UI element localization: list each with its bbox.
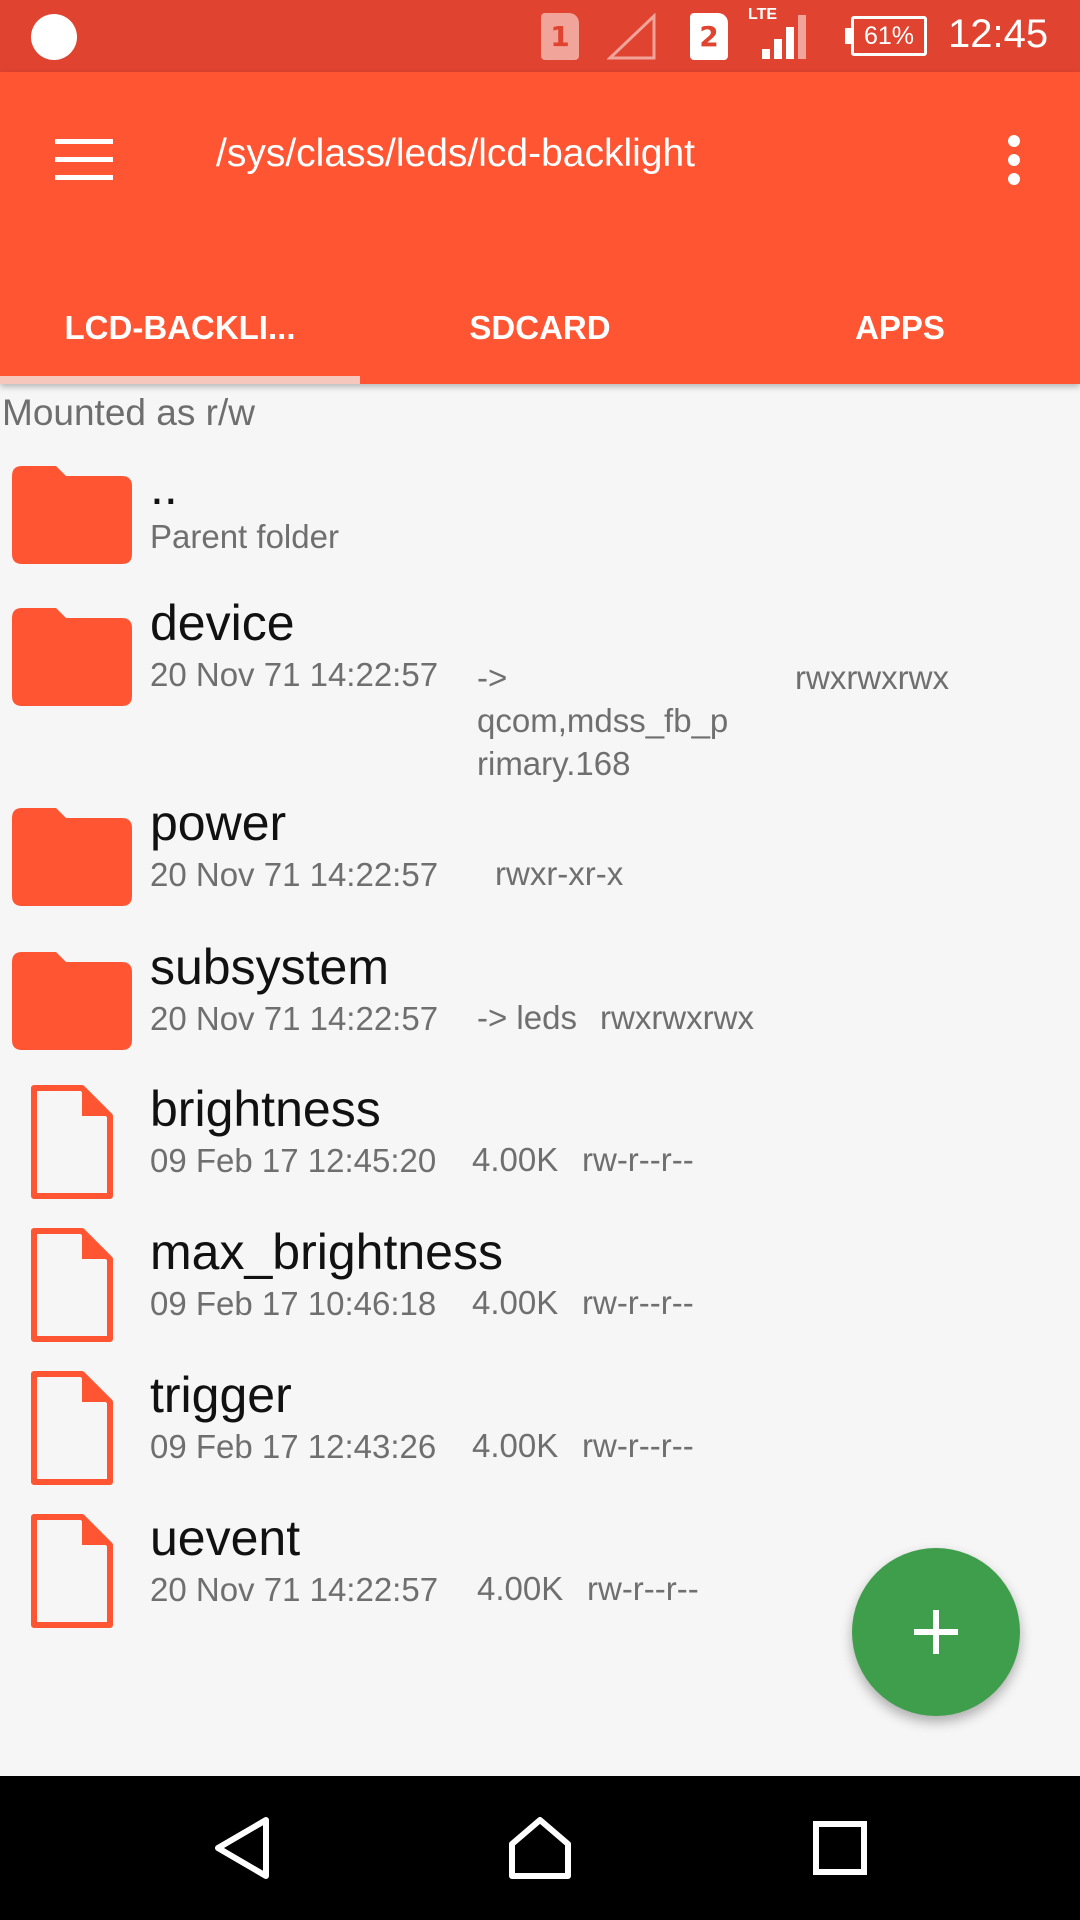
list-item[interactable]: .. Parent folder [0, 459, 1080, 572]
file-icon [31, 1228, 113, 1342]
file-name: max_brightness [150, 1224, 503, 1280]
file-permissions: rw-r--r-- [582, 1427, 694, 1464]
file-meta: Parent folder [150, 518, 339, 555]
tab-indicator [0, 376, 360, 384]
list-item[interactable]: max_brightness 09 Feb 17 10:46:18 4.00K … [0, 1223, 1080, 1353]
hamburger-menu-icon[interactable] [40, 116, 128, 204]
file-date: 20 Nov 71 14:22:57 [150, 856, 439, 893]
file-permissions: rw-r--r-- [582, 1284, 694, 1321]
file-name: device [150, 595, 295, 651]
file-date: 20 Nov 71 14:22:57 [150, 656, 439, 693]
file-name: trigger [150, 1367, 292, 1423]
folder-icon [12, 952, 132, 1050]
file-date: 09 Feb 17 12:45:20 [150, 1142, 437, 1179]
file-permissions: rwxr-xr-x [495, 855, 624, 892]
tab-bar: LCD-BACKLI... SDCARD APPS [0, 272, 1080, 384]
file-permissions: rwxrwxrwx [795, 659, 949, 696]
symlink-target: -> leds [477, 999, 577, 1036]
file-name: uevent [150, 1510, 301, 1566]
list-item[interactable]: brightness 09 Feb 17 12:45:20 4.00K rw-r… [0, 1080, 1080, 1210]
file-date: 20 Nov 71 14:22:57 [150, 1571, 439, 1608]
file-size: 4.00K [472, 1427, 559, 1464]
tab-apps[interactable]: APPS [720, 272, 1080, 384]
list-item[interactable]: device 20 Nov 71 14:22:57 -> qcom,mdss_f… [0, 595, 1080, 782]
list-item[interactable]: power 20 Nov 71 14:22:57 rwxr-xr-x [0, 795, 1080, 926]
mount-status: Mounted as r/w [2, 392, 255, 433]
file-date: 20 Nov 71 14:22:57 [150, 1000, 439, 1037]
back-icon[interactable] [192, 1798, 292, 1898]
more-vert-icon[interactable] [980, 116, 1048, 204]
list-item[interactable]: subsystem 20 Nov 71 14:22:57 -> leds rwx… [0, 938, 1080, 1068]
status-bar: 1 2 LTE 61% 12:45 [0, 0, 1080, 72]
battery-icon: 61% [845, 16, 927, 56]
sim2-label: 2 [699, 20, 719, 53]
file-size: 4.00K [472, 1284, 559, 1321]
file-name: power [150, 795, 287, 851]
folder-icon [12, 466, 132, 564]
sim1-icon: 1 [541, 13, 579, 60]
signal-empty-icon [607, 13, 656, 60]
file-permissions: rwxrwxrwx [600, 999, 754, 1036]
clock: 12:45 [948, 12, 1049, 56]
sim2-icon: 2 [690, 13, 728, 60]
recents-icon[interactable] [790, 1798, 890, 1898]
navigation-bar [0, 1776, 1080, 1920]
file-date: 09 Feb 17 10:46:18 [150, 1285, 437, 1322]
add-icon [914, 1610, 958, 1654]
home-icon[interactable] [490, 1798, 590, 1898]
file-name: subsystem [150, 939, 389, 995]
path-title: /sys/class/leds/lcd-backlight [216, 132, 696, 175]
file-size: 4.00K [472, 1141, 559, 1178]
tab-sdcard[interactable]: SDCARD [360, 272, 720, 384]
tab-lcd-backlight[interactable]: LCD-BACKLI... [0, 272, 360, 384]
file-permissions: rw-r--r-- [582, 1141, 694, 1178]
symlink-line: rimary.168 [477, 745, 631, 782]
file-permissions: rw-r--r-- [587, 1570, 699, 1607]
signal-icon [762, 15, 806, 59]
sim1-label: 1 [550, 20, 570, 53]
file-icon [31, 1514, 113, 1628]
folder-icon [12, 608, 132, 706]
file-name: .. [150, 459, 178, 515]
toolbar: /sys/class/leds/lcd-backlight LCD-BACKLI… [0, 72, 1080, 384]
symlink-line: -> [477, 659, 508, 696]
file-icon [31, 1371, 113, 1485]
file-icon [31, 1085, 113, 1199]
battery-level: 61% [851, 16, 927, 56]
folder-icon [12, 808, 132, 906]
symlink-target: -> qcom,mdss_fb_p rimary.168 [477, 656, 728, 785]
add-button[interactable] [852, 1548, 1020, 1716]
file-size: 4.00K [477, 1570, 564, 1607]
file-date: 09 Feb 17 12:43:26 [150, 1428, 437, 1465]
list-item[interactable]: trigger 09 Feb 17 12:43:26 4.00K rw-r--r… [0, 1366, 1080, 1496]
symlink-line: qcom,mdss_fb_p [477, 702, 729, 739]
notification-dot-icon [31, 14, 77, 60]
file-name: brightness [150, 1081, 381, 1137]
